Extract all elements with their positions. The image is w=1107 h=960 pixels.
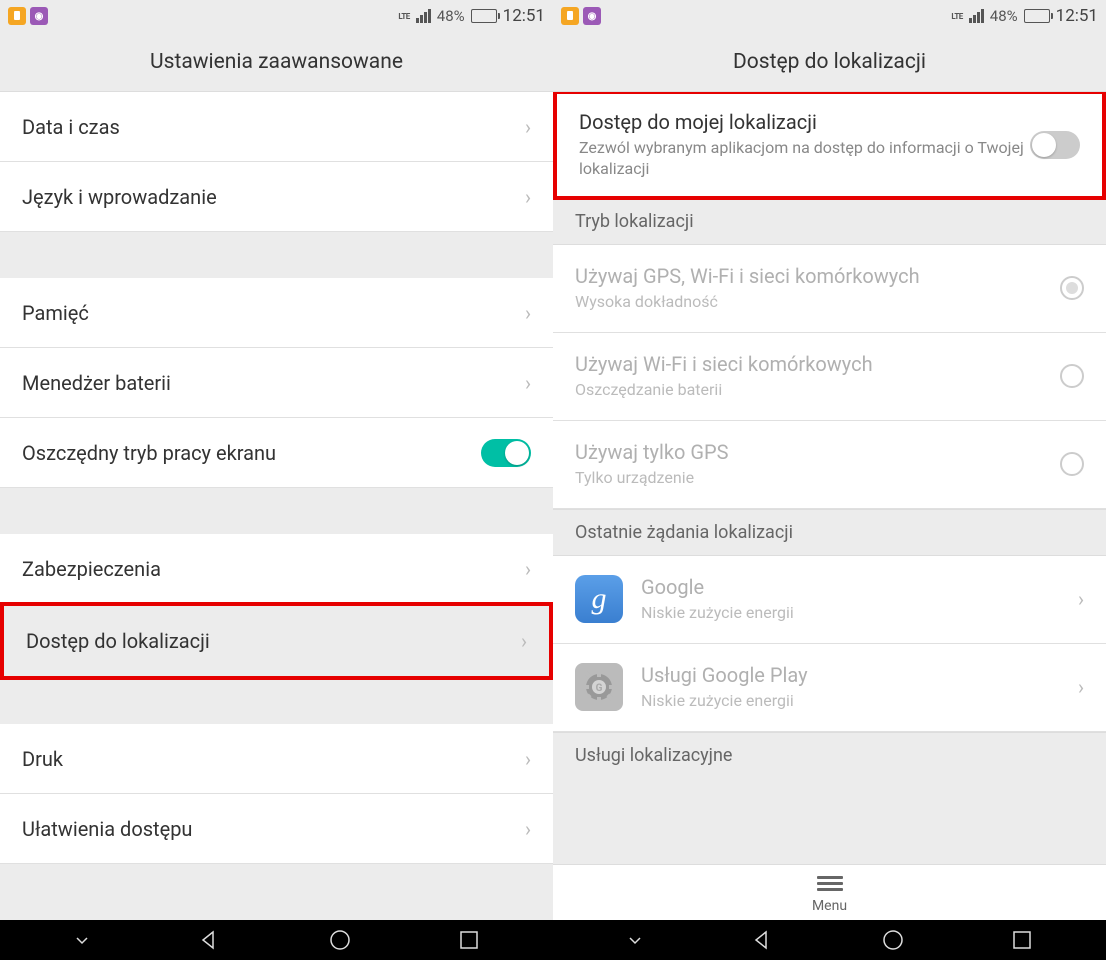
row-title: Dostęp do mojej lokalizacji [579, 110, 1030, 134]
notification-icon-1 [561, 7, 579, 25]
nav-dropdown-icon[interactable] [626, 931, 644, 949]
row-subtitle: Wysoka dokładność [575, 292, 1052, 313]
chevron-right-icon: › [525, 747, 531, 771]
radio-icon [1060, 276, 1084, 300]
page-title: Ustawienia zaawansowane [0, 32, 553, 92]
nav-bar [0, 920, 553, 960]
hamburger-icon [817, 873, 843, 894]
battery-icon [471, 9, 497, 23]
section-gap [0, 678, 553, 724]
menu-label: Menu [812, 898, 847, 914]
row-date-time[interactable]: Data i czas › [0, 92, 553, 162]
row-label: Język i wprowadzanie [22, 185, 517, 209]
chevron-right-icon: › [525, 301, 531, 325]
page-title: Dostęp do lokalizacji [553, 32, 1106, 92]
row-label: Pamięć [22, 301, 517, 325]
row-label: Menedżer baterii [22, 371, 517, 395]
status-bar: ◉ LTE 48% 12:51 [0, 0, 553, 32]
row-subtitle: Oszczędzanie baterii [575, 380, 1052, 401]
chevron-right-icon: › [521, 629, 527, 653]
nav-bar [553, 920, 1106, 960]
row-accessibility[interactable]: Ułatwienia dostępu › [0, 794, 553, 864]
signal-icon [416, 9, 431, 23]
row-label: Ułatwienia dostępu [22, 817, 517, 841]
svg-text:G: G [596, 683, 603, 694]
row-label: Dostęp do lokalizacji [26, 629, 513, 653]
play-services-app-icon: G [575, 663, 623, 711]
row-print[interactable]: Druk › [0, 724, 553, 794]
chevron-right-icon: › [525, 371, 531, 395]
page-title-text: Dostęp do lokalizacji [733, 50, 926, 74]
row-storage[interactable]: Pamięć › [0, 278, 553, 348]
radio-icon [1060, 452, 1084, 476]
google-app-icon: g [575, 575, 623, 623]
section-header-recent: Ostatnie żądania lokalizacji [553, 509, 1106, 556]
toggle-my-location[interactable] [1030, 131, 1080, 159]
row-my-location-access[interactable]: Dostęp do mojej lokalizacji Zezwól wybra… [557, 94, 1102, 196]
highlight-my-location-row: Dostęp do mojej lokalizacji Zezwól wybra… [553, 92, 1106, 200]
clock: 12:51 [1056, 6, 1098, 26]
row-subtitle: Zezwól wybranym aplikacjom na dostęp do … [579, 138, 1030, 180]
row-app-google[interactable]: g Google Niskie zużycie energii › [553, 556, 1106, 644]
row-title: Używaj GPS, Wi-Fi i sieci komórkowych [575, 264, 1052, 288]
row-label: Zabezpieczenia [22, 557, 517, 581]
row-screen-power-saving[interactable]: Oszczędny tryb pracy ekranu [0, 418, 553, 488]
row-title: Używaj tylko GPS [575, 440, 1052, 464]
battery-percent: 48% [437, 7, 465, 25]
row-subtitle: Niskie zużycie energii [641, 603, 1070, 624]
nav-dropdown-icon[interactable] [73, 931, 91, 949]
row-mode-gps-only[interactable]: Używaj tylko GPS Tylko urządzenie [553, 421, 1106, 509]
chevron-right-icon: › [1078, 675, 1084, 699]
nav-home-icon[interactable] [881, 928, 905, 952]
nav-recent-icon[interactable] [458, 929, 480, 951]
row-label: Oszczędny tryb pracy ekranu [22, 441, 481, 465]
chevron-right-icon: › [1078, 587, 1084, 611]
row-mode-wifi-cell[interactable]: Używaj Wi-Fi i sieci komórkowych Oszczęd… [553, 333, 1106, 421]
lte-indicator: LTE [398, 12, 409, 21]
battery-icon [1024, 9, 1050, 23]
lte-indicator: LTE [951, 12, 962, 21]
settings-list[interactable]: Data i czas › Język i wprowadzanie › Pam… [0, 92, 553, 920]
chevron-right-icon: › [525, 115, 531, 139]
location-settings-list[interactable]: Dostęp do mojej lokalizacji Zezwól wybra… [553, 92, 1106, 864]
nav-recent-icon[interactable] [1011, 929, 1033, 951]
row-language-input[interactable]: Język i wprowadzanie › [0, 162, 553, 232]
row-location-access[interactable]: Dostęp do lokalizacji › [4, 606, 549, 676]
notification-icon-1 [8, 7, 26, 25]
nav-home-icon[interactable] [328, 928, 352, 952]
clock: 12:51 [503, 6, 545, 26]
row-subtitle: Niskie zużycie energii [641, 691, 1070, 712]
row-mode-gps-wifi-cell[interactable]: Używaj GPS, Wi-Fi i sieci komórkowych Wy… [553, 245, 1106, 333]
row-app-play-services[interactable]: G Usługi Google Play Niskie zużycie ener… [553, 644, 1106, 732]
chevron-right-icon: › [525, 817, 531, 841]
status-bar: ◉ LTE 48% 12:51 [553, 0, 1106, 32]
radio-icon [1060, 364, 1084, 388]
chevron-right-icon: › [525, 557, 531, 581]
battery-percent: 48% [990, 7, 1018, 25]
section-gap [0, 488, 553, 534]
notification-icon-2: ◉ [583, 7, 601, 25]
toggle-screen-power[interactable] [481, 439, 531, 467]
phone-right: ◉ LTE 48% 12:51 Dostęp do lokalizacji Do… [553, 0, 1106, 960]
section-header-services: Usługi lokalizacyjne [553, 732, 1106, 778]
row-label: Data i czas [22, 115, 517, 139]
signal-icon [969, 9, 984, 23]
nav-back-icon[interactable] [750, 928, 774, 952]
page-title-text: Ustawienia zaawansowane [150, 50, 403, 74]
chevron-right-icon: › [525, 185, 531, 209]
row-security[interactable]: Zabezpieczenia › [0, 534, 553, 604]
row-battery-manager[interactable]: Menedżer baterii › [0, 348, 553, 418]
bottom-menu-button[interactable]: Menu [553, 864, 1106, 920]
nav-back-icon[interactable] [197, 928, 221, 952]
row-title: Używaj Wi-Fi i sieci komórkowych [575, 352, 1052, 376]
section-header-mode: Tryb lokalizacji [553, 198, 1106, 245]
section-gap [0, 232, 553, 278]
row-subtitle: Tylko urządzenie [575, 468, 1052, 489]
notification-icon-2: ◉ [30, 7, 48, 25]
row-title: Usługi Google Play [641, 663, 1070, 687]
highlight-location-row: Dostęp do lokalizacji › [0, 602, 553, 680]
row-label: Druk [22, 747, 517, 771]
row-title: Google [641, 575, 1070, 599]
phone-left: ◉ LTE 48% 12:51 Ustawienia zaawansowane … [0, 0, 553, 960]
